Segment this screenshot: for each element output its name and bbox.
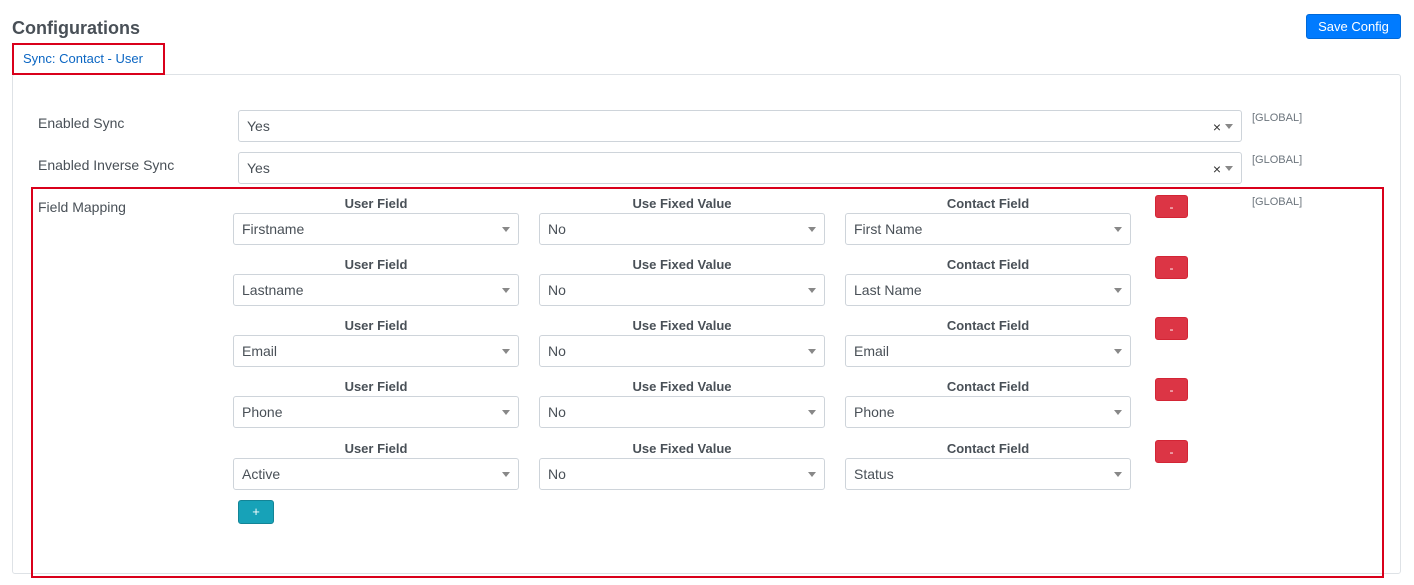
field-mapping-scope: [GLOBAL] (1252, 196, 1303, 208)
contact-field-header: Contact Field (946, 257, 1030, 272)
use-fixed-value-header: Use Fixed Value (632, 441, 732, 456)
use-fixed-value-select[interactable]: No (539, 458, 825, 490)
remove-mapping-button[interactable]: - (1155, 440, 1188, 463)
use-fixed-value-value: No (548, 282, 566, 298)
caret-down-icon[interactable] (1114, 410, 1122, 415)
contact-field-value: First Name (854, 221, 923, 237)
caret-down-icon[interactable] (808, 349, 816, 354)
clear-icon[interactable]: × (1213, 111, 1221, 143)
enabled-inverse-sync-value: Yes (247, 160, 270, 176)
remove-mapping-button[interactable]: - (1155, 256, 1188, 279)
use-fixed-value-select[interactable]: No (539, 396, 825, 428)
remove-mapping-button[interactable]: - (1155, 378, 1188, 401)
contact-field-header: Contact Field (946, 196, 1030, 211)
add-mapping-button[interactable]: + (238, 500, 274, 524)
contact-field-value: Phone (854, 404, 895, 420)
user-field-select[interactable]: Email (233, 335, 519, 367)
use-fixed-value-value: No (548, 466, 566, 482)
page-title: Configurations (12, 18, 140, 38)
user-field-value: Firstname (242, 221, 305, 237)
caret-down-icon[interactable] (502, 288, 510, 293)
caret-down-icon[interactable] (808, 410, 816, 415)
user-field-select[interactable]: Firstname (233, 213, 519, 245)
clear-icon[interactable]: × (1213, 153, 1221, 185)
caret-down-icon[interactable] (808, 227, 816, 232)
user-field-value: Phone (242, 404, 283, 420)
caret-down-icon[interactable] (1114, 227, 1122, 232)
user-field-value: Active (242, 466, 281, 482)
user-field-header: User Field (344, 318, 408, 333)
use-fixed-value-value: No (548, 343, 566, 359)
user-field-header: User Field (344, 441, 408, 456)
user-field-value: Lastname (242, 282, 304, 298)
user-field-select[interactable]: Phone (233, 396, 519, 428)
remove-mapping-button[interactable]: - (1155, 195, 1188, 218)
use-fixed-value-value: No (548, 221, 566, 237)
contact-field-select[interactable]: Phone (845, 396, 1131, 428)
contact-field-select[interactable]: Email (845, 335, 1131, 367)
caret-down-icon[interactable] (808, 472, 816, 477)
caret-down-icon[interactable] (1225, 166, 1233, 171)
user-field-select[interactable]: Active (233, 458, 519, 490)
use-fixed-value-header: Use Fixed Value (632, 318, 732, 333)
use-fixed-value-select[interactable]: No (539, 274, 825, 306)
user-field-value: Email (242, 343, 278, 359)
enabled-sync-scope: [GLOBAL] (1252, 112, 1303, 124)
enabled-inverse-sync-label: Enabled Inverse Sync (38, 157, 175, 173)
use-fixed-value-header: Use Fixed Value (632, 379, 732, 394)
use-fixed-value-select[interactable]: No (539, 213, 825, 245)
field-mapping-label: Field Mapping (38, 199, 126, 215)
user-field-header: User Field (344, 379, 408, 394)
contact-field-value: Email (854, 343, 890, 359)
caret-down-icon[interactable] (502, 227, 510, 232)
enabled-sync-label: Enabled Sync (38, 115, 125, 131)
contact-field-header: Contact Field (946, 318, 1030, 333)
caret-down-icon[interactable] (1114, 472, 1122, 477)
caret-down-icon[interactable] (808, 288, 816, 293)
caret-down-icon[interactable] (502, 410, 510, 415)
enabled-sync-value: Yes (247, 118, 270, 134)
use-fixed-value-header: Use Fixed Value (632, 257, 732, 272)
caret-down-icon[interactable] (1114, 288, 1122, 293)
use-fixed-value-header: Use Fixed Value (632, 196, 732, 211)
enabled-sync-select[interactable]: Yes × (238, 110, 1242, 142)
use-fixed-value-value: No (548, 404, 566, 420)
user-field-select[interactable]: Lastname (233, 274, 519, 306)
save-config-button[interactable]: Save Config (1306, 14, 1401, 39)
caret-down-icon[interactable] (502, 472, 510, 477)
contact-field-header: Contact Field (946, 441, 1030, 456)
contact-field-select[interactable]: First Name (845, 213, 1131, 245)
contact-field-value: Last Name (854, 282, 922, 298)
caret-down-icon[interactable] (502, 349, 510, 354)
contact-field-header: Contact Field (946, 379, 1030, 394)
remove-mapping-button[interactable]: - (1155, 317, 1188, 340)
caret-down-icon[interactable] (1225, 124, 1233, 129)
tab-sync-contact-user[interactable]: Sync: Contact - User (12, 43, 165, 75)
use-fixed-value-select[interactable]: No (539, 335, 825, 367)
enabled-inverse-sync-scope: [GLOBAL] (1252, 154, 1303, 166)
user-field-header: User Field (344, 257, 408, 272)
contact-field-select[interactable]: Last Name (845, 274, 1131, 306)
user-field-header: User Field (344, 196, 408, 211)
contact-field-value: Status (854, 466, 894, 482)
enabled-inverse-sync-select[interactable]: Yes × (238, 152, 1242, 184)
caret-down-icon[interactable] (1114, 349, 1122, 354)
contact-field-select[interactable]: Status (845, 458, 1131, 490)
